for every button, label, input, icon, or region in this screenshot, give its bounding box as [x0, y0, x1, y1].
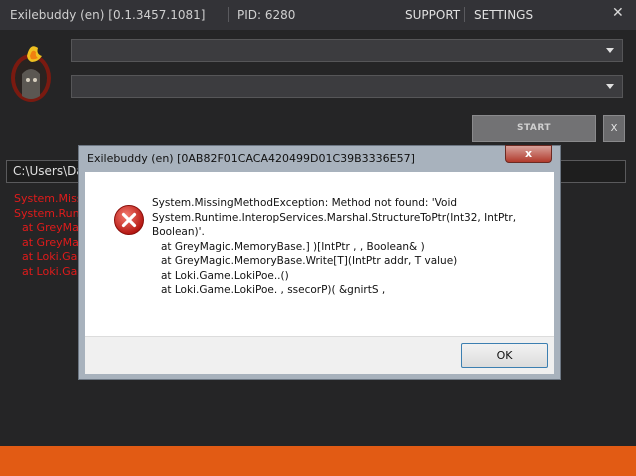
error-icon — [114, 205, 144, 235]
dialog-title: Exilebuddy (en) [0AB82F01CACA420499D01C3… — [87, 152, 415, 165]
message-line: System.Runtime.InteropServices.Marshal.S… — [152, 211, 517, 224]
message-line: Boolean)'. — [152, 226, 205, 238]
error-message: System.MissingMethodException: Method no… — [152, 196, 547, 298]
message-line: System.MissingMethodException: Method no… — [152, 197, 458, 209]
bottom-status-bar — [0, 446, 636, 476]
window-close-button[interactable]: ✕ — [612, 5, 624, 21]
menu-separator — [464, 7, 465, 22]
log-line: at Loki.Gam — [22, 250, 89, 263]
message-area: System.MissingMethodException: Method no… — [85, 172, 554, 336]
chevron-down-icon — [606, 84, 614, 89]
ok-button[interactable]: OK — [461, 343, 548, 368]
dialog-close-button[interactable]: x — [505, 145, 552, 163]
error-dialog: Exilebuddy (en) [0AB82F01CACA420499D01C3… — [78, 145, 561, 380]
exilebuddy-logo-icon — [11, 46, 51, 102]
message-line: at GreyMagic.MemoryBase.] )[IntPtr , , B… — [161, 240, 425, 253]
log-line: System.Miss — [14, 192, 83, 205]
support-link[interactable]: SUPPORT — [405, 8, 460, 22]
start-button[interactable]: START — [472, 115, 596, 142]
pid-label: PID: 6280 — [237, 8, 296, 22]
bot-select-dropdown[interactable] — [71, 39, 623, 62]
settings-link[interactable]: SETTINGS — [474, 8, 533, 22]
dialog-footer: OK — [85, 336, 554, 374]
title-separator — [228, 7, 229, 22]
log-line: at GreyMa — [22, 235, 79, 249]
log-line: at Loki.Gam — [22, 264, 89, 278]
log-line: at GreyMa — [22, 221, 79, 234]
chevron-down-icon — [606, 48, 614, 53]
message-line: at Loki.Game.LokiPoe..() — [161, 269, 289, 282]
message-line: at Loki.Game.LokiPoe. , ssecorP)( &gnirt… — [161, 284, 386, 296]
log-output: System.Miss System.Runti at GreyMa at Gr… — [14, 192, 88, 279]
title-bar: Exilebuddy (en) [0.1.3457.1081] PID: 628… — [0, 0, 636, 30]
stop-button[interactable]: X — [603, 115, 625, 142]
routine-select-dropdown[interactable] — [71, 75, 623, 98]
log-line: System.Runti — [14, 206, 87, 220]
dialog-content: System.MissingMethodException: Method no… — [85, 172, 554, 374]
app-title: Exilebuddy (en) [0.1.3457.1081] — [10, 8, 206, 22]
message-line: at GreyMagic.MemoryBase.Write[T](IntPtr … — [161, 255, 458, 267]
